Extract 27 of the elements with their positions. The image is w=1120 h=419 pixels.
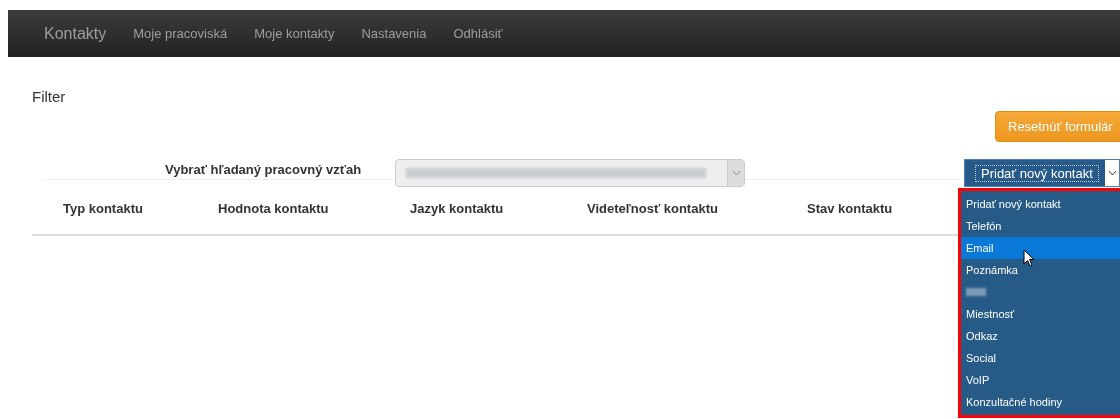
dropdown-option[interactable]: Telefón [961, 215, 1120, 237]
nav-link[interactable]: Moje pracoviská [133, 26, 228, 41]
nav-link[interactable]: Moje kontakty [254, 26, 335, 41]
add-contact-select[interactable]: Pridať nový kontakt [964, 159, 1120, 187]
relation-label: Vybrať hľadaný pracovný vzťah [165, 162, 363, 177]
dropdown-option[interactable]: Poznámka [961, 259, 1120, 281]
column-header: Jazyk kontaktu [410, 200, 505, 216]
dropdown-option[interactable]: Email [961, 237, 1120, 259]
column-header: Typ kontaktu [63, 200, 144, 216]
blurred-text [966, 288, 986, 296]
dropdown-option[interactable]: Konzultačné hodiny [961, 391, 1120, 413]
dropdown-option[interactable]: VoIP [961, 369, 1120, 391]
dropdown-option[interactable]: Odkaz [961, 325, 1120, 347]
dropdown-option[interactable]: Social [961, 347, 1120, 369]
chevron-down-icon [731, 170, 741, 176]
column-header: Hodnota kontaktu [218, 200, 330, 216]
chevron-down-icon [1107, 170, 1117, 176]
column-header: Videteľnosť kontaktu [587, 200, 719, 216]
brand-link[interactable]: Kontakty [44, 24, 107, 43]
nav-link[interactable]: Odhlásiť [453, 26, 503, 41]
nav-link[interactable]: Nastavenia [361, 26, 427, 41]
select-value: Pridať nový kontakt [975, 164, 1099, 182]
dropdown-option[interactable]: Miestnosť [961, 303, 1120, 325]
column-header: Stav kontaktu [807, 200, 893, 216]
dropdown-option[interactable]: Pridať nový kontakt [961, 193, 1120, 215]
filter-title: Filter [32, 88, 67, 107]
mouse-cursor-icon [1023, 249, 1037, 269]
